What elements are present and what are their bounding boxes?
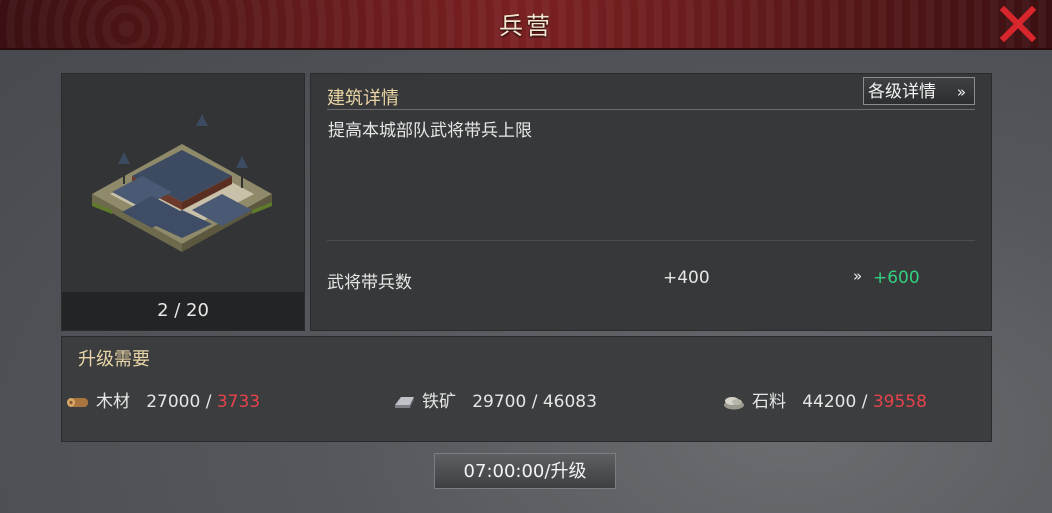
resource-required: 27000 xyxy=(146,392,201,412)
close-icon[interactable] xyxy=(998,4,1038,44)
resource-separator: / xyxy=(526,392,543,412)
resource-separator: / xyxy=(856,392,873,412)
stat-label: 武将带兵数 xyxy=(327,273,412,293)
window-title: 兵营 xyxy=(499,12,553,40)
building-description: 提高本城部队武将带兵上限 xyxy=(328,121,532,141)
resource-stone: 石料 44200 / 39558 xyxy=(722,387,927,412)
building-level: 2 / 20 xyxy=(62,292,304,330)
resource-iron-ore: 铁矿 29700 / 46083 xyxy=(392,387,597,412)
building-details-panel: 建筑详情 各级详情 » 提高本城部队武将带兵上限 武将带兵数 +400 » +6… xyxy=(310,73,992,331)
upgrade-requirements-title: 升级需要 xyxy=(78,349,150,370)
resource-owned: 46083 xyxy=(542,392,597,412)
divider xyxy=(327,109,975,110)
all-levels-details-label: 各级详情 xyxy=(868,82,936,102)
divider xyxy=(327,240,975,241)
all-levels-details-button[interactable]: 各级详情 » xyxy=(863,77,975,105)
resource-owned: 39558 xyxy=(872,392,927,412)
upgrade-button[interactable]: 07:00:00/升级 xyxy=(434,453,616,489)
chevron-right-icon: » xyxy=(956,83,966,101)
resource-owned: 3733 xyxy=(216,392,261,412)
building-preview-panel: 2 / 20 xyxy=(61,73,305,331)
resource-name: 铁矿 xyxy=(422,392,456,412)
resource-name: 木材 xyxy=(96,392,130,412)
iron-ore-icon xyxy=(395,397,414,408)
resource-required: 29700 xyxy=(472,392,527,412)
stone-icon xyxy=(724,397,744,410)
chevron-right-icon: » xyxy=(853,267,863,285)
resource-name: 石料 xyxy=(752,392,786,412)
resource-required: 44200 xyxy=(802,392,857,412)
resource-separator: / xyxy=(200,392,217,412)
resource-wood: 木材 27000 / 3733 xyxy=(66,387,260,412)
building-details-title: 建筑详情 xyxy=(327,88,399,109)
barracks-building-image xyxy=(92,114,272,252)
title-bar: 兵营 xyxy=(0,0,1052,50)
stat-next-value: +600 xyxy=(873,268,920,288)
upgrade-requirements-panel: 升级需要 木材 27000 / 3733 铁矿 29700 / 46083 石料… xyxy=(61,336,992,442)
stat-current-value: +400 xyxy=(663,268,710,288)
wood-icon xyxy=(67,398,88,407)
